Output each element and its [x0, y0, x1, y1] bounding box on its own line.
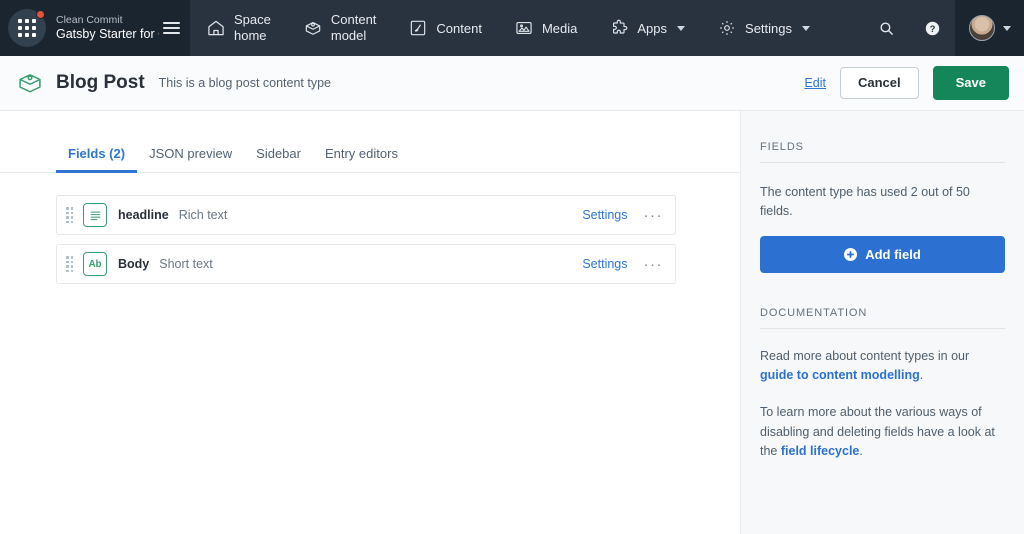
- nav-label: Apps: [637, 20, 668, 36]
- gear-icon: [717, 18, 737, 38]
- table-row[interactable]: Ab Body Short text Settings ···: [56, 244, 676, 284]
- add-field-label: Add field: [865, 246, 921, 262]
- field-actions: Settings ···: [582, 208, 663, 223]
- field-name: Body: [118, 257, 150, 271]
- hamburger-icon[interactable]: [159, 11, 184, 45]
- right-sidebar: FIELDS The content type has used 2 out o…: [740, 111, 1024, 534]
- content-type-box-icon: [16, 69, 44, 97]
- save-button[interactable]: Save: [932, 66, 1009, 100]
- documentation-section: DOCUMENTATION Read more about content ty…: [760, 307, 1005, 462]
- add-field-button[interactable]: Add field: [760, 235, 1005, 273]
- nav-item-settings[interactable]: Settings: [701, 0, 826, 56]
- nav-label: Space home: [234, 12, 271, 43]
- field-more-menu-icon[interactable]: ···: [644, 208, 664, 223]
- nav-item-media[interactable]: Media: [498, 0, 593, 56]
- search-button[interactable]: [863, 0, 909, 56]
- cancel-button[interactable]: Cancel: [839, 67, 919, 99]
- tab-json-preview[interactable]: JSON preview: [137, 146, 244, 172]
- nav-item-content-model[interactable]: Content model: [287, 0, 393, 56]
- search-icon: [879, 21, 893, 35]
- page-title: Blog Post: [56, 72, 145, 93]
- chevron-down-icon: [1002, 25, 1011, 31]
- nav-label: Content model: [331, 12, 377, 43]
- docs-p1-after: .: [919, 367, 924, 382]
- content-icon: [408, 18, 428, 38]
- nav-label-line1: Space: [234, 12, 271, 28]
- docs-p1-before: Read more about content types in our: [760, 348, 970, 363]
- notification-dot: [36, 10, 45, 19]
- nav-item-apps[interactable]: Apps: [593, 0, 701, 56]
- fields-list: headline Rich text Settings ··· Ab Body …: [0, 173, 740, 284]
- organization-name: Clean Commit: [56, 13, 123, 26]
- table-row[interactable]: headline Rich text Settings ···: [56, 195, 676, 235]
- main-content: Fields (2) JSON preview Sidebar Entry ed…: [0, 111, 740, 534]
- field-type: Short text: [159, 257, 213, 271]
- edit-link[interactable]: Edit: [804, 76, 826, 90]
- field-settings-link[interactable]: Settings: [582, 208, 627, 222]
- tab-sidebar[interactable]: Sidebar: [244, 146, 313, 172]
- plus-icon: [844, 247, 858, 261]
- tab-bar: Fields (2) JSON preview Sidebar Entry ed…: [0, 133, 740, 173]
- svg-text:?: ?: [929, 23, 935, 33]
- space-name: Gatsby Starter for Cont...: [56, 26, 159, 41]
- drag-handle-icon[interactable]: [66, 207, 73, 223]
- nav-item-space-home[interactable]: Space home: [190, 0, 287, 56]
- help-button[interactable]: ?: [909, 0, 955, 56]
- chevron-down-icon: [677, 25, 686, 31]
- nav-label-line1: Content: [330, 12, 377, 28]
- field-lifecycle-link[interactable]: field lifecycle: [781, 444, 860, 458]
- media-icon: [514, 18, 534, 38]
- field-more-menu-icon[interactable]: ···: [644, 257, 664, 272]
- tab-entry-editors[interactable]: Entry editors: [313, 146, 410, 172]
- nav-label-line2: model: [330, 28, 367, 43]
- nav-item-content[interactable]: Content: [392, 0, 498, 56]
- brand-space-selector[interactable]: Clean Commit Gatsby Starter for Cont...: [0, 0, 190, 56]
- guide-to-content-modelling-link[interactable]: guide to content modelling: [760, 368, 920, 382]
- tab-fields[interactable]: Fields (2): [56, 146, 138, 173]
- content-model-icon: [303, 18, 323, 38]
- docs-p2-after: .: [859, 444, 863, 458]
- nav-label: Media: [541, 20, 578, 36]
- documentation-paragraph-2: To learn more about the various ways of …: [760, 403, 1005, 461]
- page-header: Blog Post This is a blog post content ty…: [0, 56, 1024, 111]
- nav-label-line2: home: [234, 28, 267, 43]
- rich-text-icon: [83, 203, 107, 227]
- apps-puzzle-icon: [609, 18, 629, 38]
- sidebar-heading-documentation: DOCUMENTATION: [760, 307, 1005, 329]
- fields-usage-text: The content type has used 2 out of 50 fi…: [760, 185, 970, 218]
- header-actions: Edit Cancel Save: [804, 66, 1009, 100]
- documentation-paragraph-1: Read more about content types in our gui…: [760, 347, 1005, 386]
- top-navigation-bar: Clean Commit Gatsby Starter for Cont... …: [0, 0, 1024, 56]
- home-icon: [206, 18, 226, 38]
- field-settings-link[interactable]: Settings: [582, 257, 627, 271]
- help-icon: ?: [925, 21, 939, 35]
- nav-label: Settings: [745, 20, 793, 36]
- avatar: [968, 15, 995, 41]
- user-menu[interactable]: [955, 0, 1024, 56]
- nav-items: Space home Content model Content Media A…: [190, 0, 955, 56]
- field-type: Rich text: [178, 208, 228, 222]
- field-name: headline: [118, 208, 169, 222]
- short-text-icon-label: Ab: [88, 258, 102, 270]
- chevron-down-icon: [802, 25, 811, 31]
- brand-text: Clean Commit Gatsby Starter for Cont...: [56, 14, 159, 43]
- nav-label: Content: [436, 20, 482, 36]
- sidebar-heading-fields: FIELDS: [760, 141, 1005, 163]
- short-text-icon: Ab: [83, 252, 107, 276]
- field-actions: Settings ···: [582, 257, 663, 272]
- drag-handle-icon[interactable]: [66, 256, 73, 272]
- body-wrapper: Fields (2) JSON preview Sidebar Entry ed…: [0, 111, 1024, 534]
- app-grid-button[interactable]: [8, 9, 46, 47]
- page-description: This is a blog post content type: [158, 76, 331, 90]
